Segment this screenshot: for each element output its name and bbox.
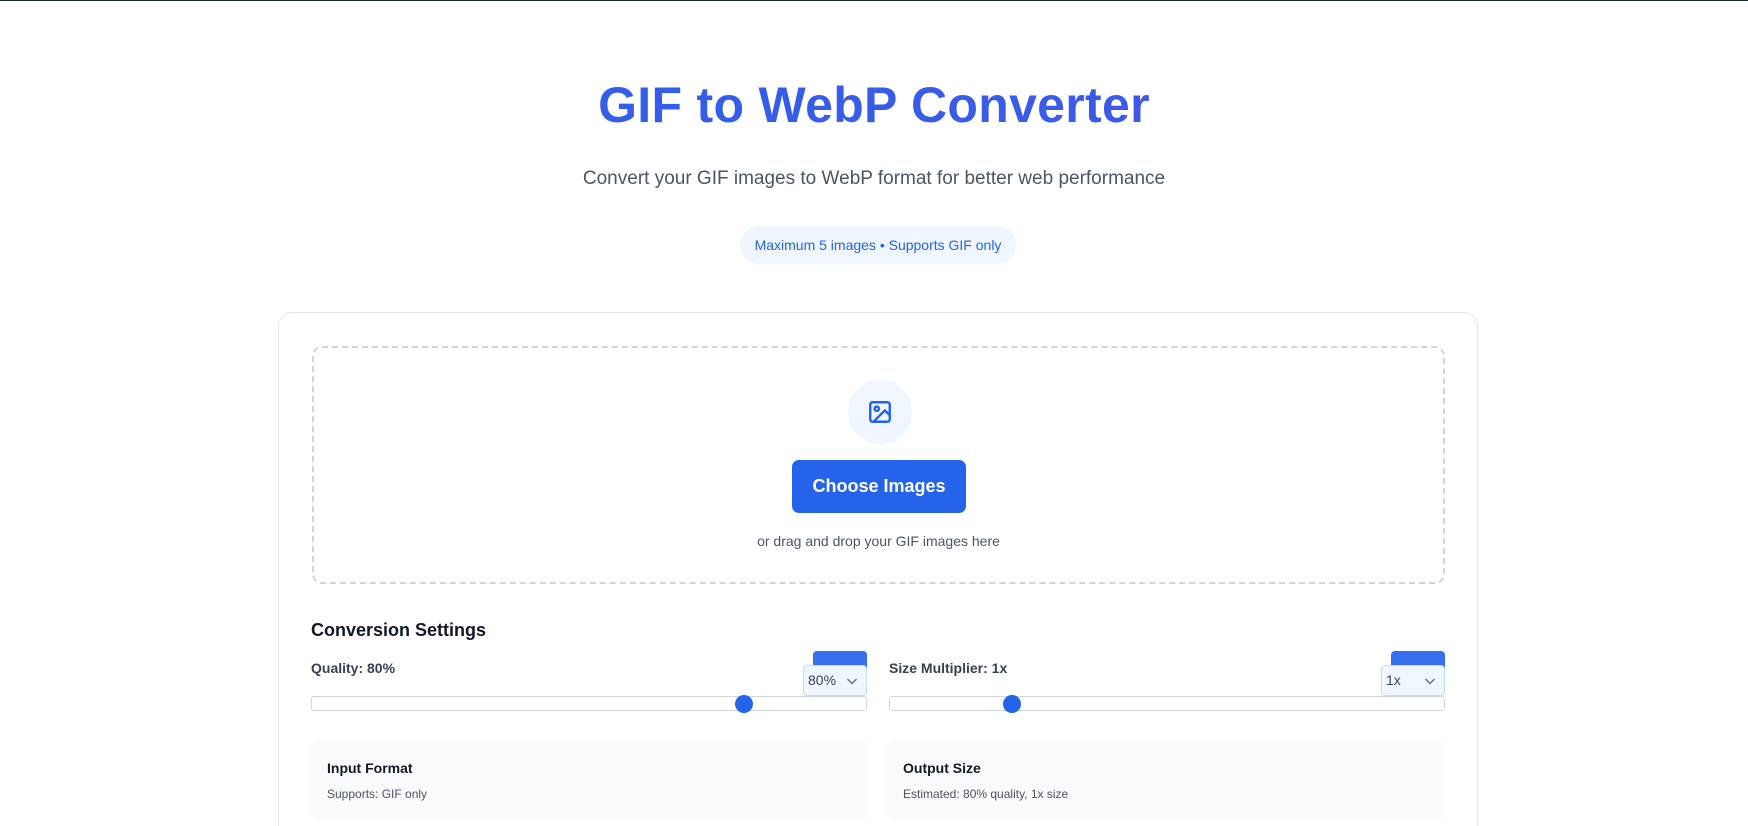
size-multiplier-setting: Size Multiplier: 1x 1x <box>889 651 1445 713</box>
size-select-value: 1x <box>1386 672 1401 688</box>
chevron-down-icon <box>1424 678 1436 685</box>
quality-slider-thumb[interactable] <box>735 695 754 713</box>
output-size-text: Estimated: 80% quality, 1x size <box>903 787 1069 801</box>
page-title: GIF to WebP Converter <box>0 73 1748 137</box>
input-format-title: Input Format <box>327 760 413 776</box>
converter-card: Choose Images or drag and drop your GIF … <box>278 312 1478 826</box>
quality-setting: Quality: 80% 80% <box>311 651 867 713</box>
input-format-box: Input Format Supports: GIF only <box>311 740 868 820</box>
page-subtitle: Convert your GIF images to WebP format f… <box>582 168 1166 189</box>
page: GIF to WebP Converter Convert your GIF i… <box>0 1 1748 826</box>
size-multiplier-label: Size Multiplier: 1x <box>889 660 1008 676</box>
limits-badge: Maximum 5 images • Supports GIF only <box>740 226 1016 264</box>
settings-title: Conversion Settings <box>311 620 487 640</box>
size-multiplier-select[interactable]: 1x <box>1381 665 1445 696</box>
input-format-text: Supports: GIF only <box>327 787 428 801</box>
quality-label: Quality: 80% <box>311 660 396 676</box>
output-size-title: Output Size <box>903 760 981 776</box>
size-multiplier-slider[interactable] <box>889 695 1445 713</box>
drop-zone[interactable]: Choose Images or drag and drop your GIF … <box>312 346 1445 584</box>
quality-select-value: 80% <box>808 672 837 688</box>
chevron-down-icon <box>846 678 858 685</box>
quality-select[interactable]: 80% <box>803 665 867 696</box>
quality-slider[interactable] <box>311 695 867 713</box>
choose-images-button[interactable]: Choose Images <box>792 460 966 513</box>
image-icon <box>848 380 912 444</box>
size-slider-thumb[interactable] <box>1002 695 1021 713</box>
drop-hint: or drag and drop your GIF images here <box>757 533 1000 549</box>
output-size-box: Output Size Estimated: 80% quality, 1x s… <box>887 740 1444 820</box>
